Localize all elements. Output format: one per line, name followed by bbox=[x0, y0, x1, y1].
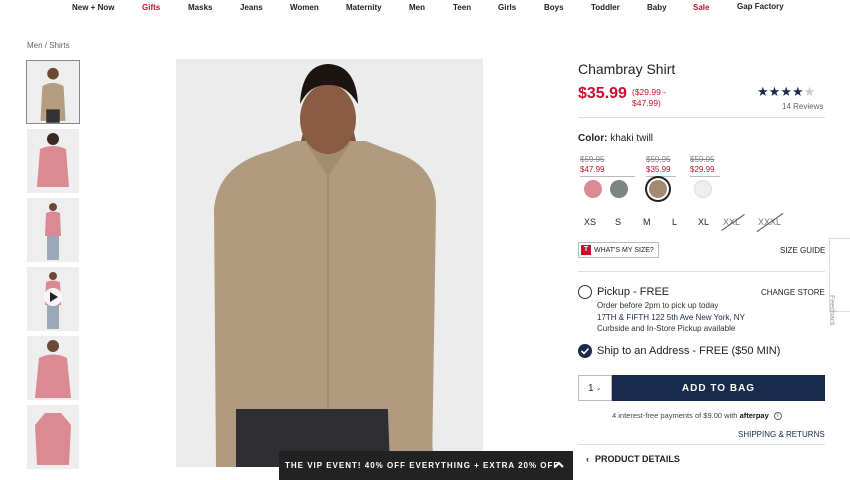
thumbnail-pink-back[interactable] bbox=[27, 129, 79, 193]
promo-banner[interactable]: THE VIP EVENT! 40% OFF EVERYTHING + EXTR… bbox=[279, 451, 573, 480]
thumbnail-khaki[interactable] bbox=[26, 60, 80, 124]
swatch-price-underline bbox=[580, 176, 635, 177]
thumbnail-pink-full[interactable] bbox=[27, 198, 79, 262]
product-details-toggle[interactable]: ‹ PRODUCT DETAILS bbox=[586, 454, 680, 464]
swatch-price-group: $59.95 $35.99 bbox=[646, 155, 676, 177]
star-icon: ★ bbox=[791, 84, 804, 99]
divider bbox=[578, 117, 825, 118]
nav-baby[interactable]: Baby bbox=[647, 3, 667, 12]
swatch-price-group: $59.95 $29.99 bbox=[690, 155, 720, 177]
ship-radio[interactable] bbox=[578, 344, 592, 358]
nav-jeans[interactable]: Jeans bbox=[240, 3, 263, 12]
star-rating[interactable]: ★★★★★ bbox=[757, 84, 815, 100]
swatch-grey-chambray[interactable] bbox=[610, 180, 628, 198]
size-xs[interactable]: XS bbox=[584, 217, 596, 227]
ship-label: Ship to an Address - FREE ($50 MIN) bbox=[597, 345, 781, 357]
nav-masks[interactable]: Masks bbox=[188, 3, 212, 12]
price-range: ($29.99 - $47.99) bbox=[632, 87, 667, 108]
change-store-link[interactable]: CHANGE STORE bbox=[761, 288, 825, 297]
star-icon: ★ bbox=[768, 84, 781, 99]
chevron-left-icon: ‹ bbox=[586, 454, 589, 464]
size-m[interactable]: M bbox=[643, 217, 651, 227]
product-main-image[interactable] bbox=[176, 59, 483, 467]
breadcrumb[interactable]: Men / Shirts bbox=[27, 41, 70, 50]
shipping-returns-link[interactable]: SHIPPING & RETURNS bbox=[738, 430, 825, 439]
whats-my-size-button[interactable]: T WHAT'S MY SIZE? bbox=[578, 242, 659, 258]
nav-toddler[interactable]: Toddler bbox=[591, 3, 620, 12]
sale-price: $29.99 bbox=[690, 165, 715, 174]
afterpay-logo: afterpay bbox=[739, 411, 769, 420]
divider bbox=[578, 271, 825, 272]
swatch-white[interactable] bbox=[694, 180, 712, 198]
thumbnail-video[interactable] bbox=[27, 267, 79, 331]
chevron-down-icon: ⌄ bbox=[595, 385, 602, 392]
swatch-price-underline bbox=[646, 176, 676, 177]
top-nav: New + Now Gifts Masks Jeans Women Matern… bbox=[0, 0, 850, 16]
nav-maternity[interactable]: Maternity bbox=[346, 3, 382, 12]
thumbnail-pink-flat[interactable] bbox=[27, 405, 79, 469]
info-icon[interactable]: i bbox=[773, 412, 782, 421]
feedback-tab[interactable]: Feedback bbox=[828, 238, 850, 326]
star-icon: ★ bbox=[757, 84, 769, 99]
swatch-pink-chambray[interactable] bbox=[584, 180, 602, 198]
afterpay-message: 4 interest-free payments of $9.00 with a… bbox=[612, 411, 782, 421]
nav-gap-factory[interactable]: Gap Factory bbox=[737, 2, 784, 11]
nav-sale[interactable]: Sale bbox=[693, 3, 709, 12]
size-xxl-unavailable[interactable]: XXL bbox=[721, 214, 745, 231]
chevron-up-icon[interactable] bbox=[553, 459, 565, 471]
checkmark-icon bbox=[580, 347, 590, 355]
whats-my-size-label: WHAT'S MY SIZE? bbox=[594, 246, 654, 254]
nav-new-now[interactable]: New + Now bbox=[72, 3, 114, 12]
size-s[interactable]: S bbox=[615, 217, 621, 227]
nav-men[interactable]: Men bbox=[409, 3, 425, 12]
quantity-select[interactable]: 1 ⌄ bbox=[578, 375, 612, 401]
sale-price: $47.99 bbox=[580, 165, 605, 174]
old-price: $59.95 bbox=[646, 155, 671, 164]
sale-price: $35.99 bbox=[646, 165, 671, 174]
product-title: Chambray Shirt bbox=[578, 61, 676, 77]
nav-teen[interactable]: Teen bbox=[453, 3, 471, 12]
star-icon: ★ bbox=[780, 84, 792, 99]
pickup-radio[interactable] bbox=[578, 285, 592, 299]
nav-gifts[interactable]: Gifts bbox=[142, 3, 160, 12]
truefit-icon: T bbox=[581, 245, 591, 255]
pickup-availability-text: Curbside and In-Store Pickup available bbox=[597, 324, 736, 333]
nav-girls[interactable]: Girls bbox=[498, 3, 516, 12]
pickup-label: Pickup - FREE bbox=[597, 286, 670, 298]
afterpay-text: 4 interest-free payments of $9.00 with bbox=[612, 411, 738, 420]
color-label-key: Color: bbox=[578, 133, 608, 144]
add-to-bag-button[interactable]: ADD TO BAG bbox=[612, 375, 825, 401]
pickup-cutoff-text: Order before 2pm to pick up today bbox=[597, 301, 719, 310]
color-label: Color: khaki twill bbox=[578, 133, 653, 144]
old-price: $59.95 bbox=[580, 155, 605, 164]
color-value: khaki twill bbox=[610, 133, 654, 144]
size-guide-link[interactable]: SIZE GUIDE bbox=[780, 246, 825, 255]
product-price: $35.99 bbox=[578, 85, 627, 102]
quantity-value: 1 bbox=[588, 382, 594, 394]
swatch-price-underline bbox=[690, 176, 720, 177]
size-xl[interactable]: XL bbox=[698, 217, 709, 227]
swatch-price-group: $59.95 $47.99 bbox=[580, 155, 635, 177]
nav-women[interactable]: Women bbox=[290, 3, 319, 12]
reviews-link[interactable]: 14 Reviews bbox=[782, 102, 823, 111]
pickup-store-address[interactable]: 17TH & FIFTH 122 5th Ave New York, NY bbox=[597, 313, 745, 322]
size-xxxl-unavailable[interactable]: XXXL bbox=[756, 212, 784, 233]
old-price: $59.95 bbox=[690, 155, 715, 164]
swatch-khaki-twill[interactable] bbox=[649, 180, 667, 198]
thumbnail-pink-front[interactable] bbox=[27, 336, 79, 400]
promo-text: THE VIP EVENT! 40% OFF EVERYTHING + EXTR… bbox=[285, 461, 560, 470]
feedback-label: Feedback bbox=[828, 295, 835, 326]
size-l[interactable]: L bbox=[672, 217, 677, 227]
divider bbox=[578, 444, 825, 445]
product-details-label: PRODUCT DETAILS bbox=[595, 454, 680, 464]
star-empty-icon: ★ bbox=[803, 84, 816, 99]
nav-boys[interactable]: Boys bbox=[544, 3, 564, 12]
